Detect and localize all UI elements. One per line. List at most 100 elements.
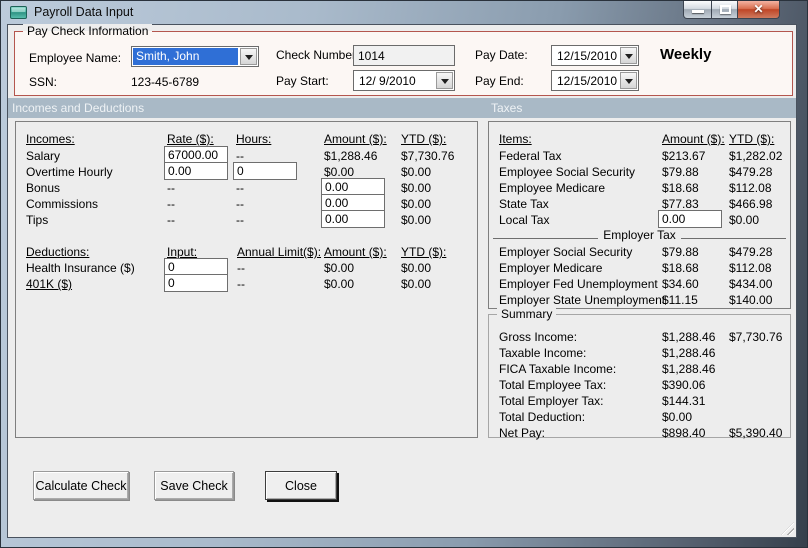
save-check-button[interactable]: Save Check xyxy=(154,471,234,500)
window-controls: ✕ xyxy=(683,1,780,19)
row-label: Salary xyxy=(26,149,61,163)
row-ytd: $112.08 xyxy=(729,181,772,195)
incomes-col-ytd: YTD ($): xyxy=(401,132,447,146)
taxes-col-ytd: YTD ($): xyxy=(729,132,775,146)
close-button[interactable]: Close xyxy=(265,471,337,500)
taxes-section-header: Taxes xyxy=(491,101,523,115)
separator-line xyxy=(680,238,787,239)
row-limit: -- xyxy=(237,261,245,275)
row-rate: -- xyxy=(167,181,175,195)
employee-name-selected: Smith, John xyxy=(133,48,238,65)
incomes-header-row: Incomes: Rate ($): Hours: Amount ($): YT… xyxy=(16,131,477,147)
check-number-input[interactable] xyxy=(358,48,454,63)
summary-row-total-employer-tax: Total Employer Tax: $144.31 xyxy=(489,393,790,409)
tax-row-employer-state-unemployment: Employer State Unemployment $11.15 $140.… xyxy=(489,292,790,308)
pay-date-datepicker[interactable]: 12/15/2010 xyxy=(551,45,639,66)
row-label: Total Employer Tax: xyxy=(499,394,604,408)
row-label: Employer Medicare xyxy=(499,261,603,275)
pay-date-label: Pay Date: xyxy=(475,48,528,62)
row-ytd: $7,730.76 xyxy=(729,330,783,344)
chevron-down-icon[interactable] xyxy=(240,48,257,65)
row-ytd: $0.00 xyxy=(401,213,432,227)
row-label: Health Insurance ($) xyxy=(26,261,135,275)
row-label: Commissions xyxy=(26,197,99,211)
deduction-row-401k: 401K ($) -- $0.00 $0.00 xyxy=(16,274,477,292)
title-bar[interactable]: Payroll Data Input ✕ xyxy=(0,0,808,24)
incomes-col-rate: Rate ($): xyxy=(167,132,214,146)
row-hours: -- xyxy=(236,213,244,227)
row-label: Taxable Income: xyxy=(499,346,587,360)
payroll-window: Payroll Data Input ✕ Pay Check Informati… xyxy=(0,0,808,548)
maximize-button[interactable] xyxy=(711,1,738,19)
summary-group-title: Summary xyxy=(497,307,557,321)
tips-amount-input[interactable] xyxy=(321,210,385,228)
tax-row-employer-ss: Employer Social Security $79.88 $479.28 xyxy=(489,244,790,260)
tax-row-employer-medicare: Employer Medicare $18.68 $112.08 xyxy=(489,260,790,276)
401k-link[interactable]: 401K ($) xyxy=(26,277,72,291)
pay-start-value: 12/ 9/2010 xyxy=(359,73,416,88)
pay-end-datepicker[interactable]: 12/15/2010 xyxy=(551,70,639,91)
taxes-panel: Items: Amount ($): YTD ($): Federal Tax … xyxy=(488,121,791,309)
row-amount: $0.00 xyxy=(324,261,355,275)
row-hours: -- xyxy=(236,181,244,195)
check-number-field-wrap xyxy=(353,45,455,66)
window-title: Payroll Data Input xyxy=(34,5,134,19)
minimize-button[interactable] xyxy=(683,1,712,19)
row-label: Net Pay: xyxy=(499,426,546,440)
incomes-col-amount: Amount ($): xyxy=(324,132,387,146)
deductions-header-row: Deductions: Input: Annual Limit($): Amou… xyxy=(16,244,477,260)
row-ytd: $479.28 xyxy=(729,165,773,179)
employee-name-combobox[interactable]: Smith, John xyxy=(131,46,259,67)
row-amount: $34.60 xyxy=(662,277,699,291)
taxes-col-amount: Amount ($): xyxy=(662,132,725,146)
calculate-check-button[interactable]: Calculate Check xyxy=(33,471,129,500)
chevron-down-icon[interactable] xyxy=(620,47,637,64)
row-label: Bonus xyxy=(26,181,61,195)
401k-input[interactable] xyxy=(164,274,228,292)
deductions-col-item: Deductions: xyxy=(26,245,90,259)
deductions-col-amount: Amount ($): xyxy=(324,245,387,259)
chevron-down-icon[interactable] xyxy=(620,72,637,89)
pay-start-label: Pay Start: xyxy=(276,74,329,88)
pay-start-datepicker[interactable]: 12/ 9/2010 xyxy=(353,70,455,91)
row-ytd: $5,390.40 xyxy=(729,426,783,440)
ssn-value: 123-45-6789 xyxy=(131,75,200,89)
incomes-col-hours: Hours: xyxy=(236,132,272,146)
incomes-deductions-panel: Incomes: Rate ($): Hours: Amount ($): YT… xyxy=(15,121,478,438)
row-label: FICA Taxable Income: xyxy=(499,362,617,376)
row-amount: $11.15 xyxy=(662,293,698,307)
summary-row-taxable: Taxable Income: $1,288.46 xyxy=(489,345,790,361)
close-window-button[interactable]: ✕ xyxy=(737,1,780,19)
close-icon: ✕ xyxy=(753,2,764,16)
row-amount: $0.00 xyxy=(662,410,693,424)
ssn-label: SSN: xyxy=(29,75,58,89)
form-client-area: Pay Check Information Employee Name: Smi… xyxy=(7,24,797,538)
resize-grip[interactable] xyxy=(781,522,794,535)
row-ytd: $0.00 xyxy=(729,213,760,227)
deductions-col-ytd: YTD ($): xyxy=(401,245,447,259)
income-row-tips: Tips -- -- $0.00 xyxy=(16,210,477,228)
summary-group: Summary Gross Income: $1,288.46 $7,730.7… xyxy=(488,307,791,440)
row-label: Total Deduction: xyxy=(499,410,586,424)
separator-line xyxy=(493,238,599,239)
row-ytd: $466.98 xyxy=(729,197,773,211)
row-amount: $18.68 xyxy=(662,261,699,275)
paycheck-info-group: Pay Check Information Employee Name: Smi… xyxy=(14,24,793,96)
tax-row-state: State Tax $77.83 $466.98 xyxy=(489,196,790,212)
row-hours: -- xyxy=(236,149,244,163)
row-ytd: $1,282.02 xyxy=(729,149,783,163)
deductions-col-limit: Annual Limit($): xyxy=(237,245,322,259)
row-label: Employee Social Security xyxy=(499,165,636,179)
row-rate: -- xyxy=(167,197,175,211)
row-ytd: $0.00 xyxy=(401,197,432,211)
summary-row-total-deduction: Total Deduction: $0.00 xyxy=(489,409,790,425)
paycheck-group-title: Pay Check Information xyxy=(23,24,153,38)
pay-end-label: Pay End: xyxy=(475,74,524,88)
chevron-down-icon[interactable] xyxy=(436,72,453,89)
overtime-rate-input[interactable] xyxy=(164,162,228,180)
incomes-col-item: Incomes: xyxy=(26,132,75,146)
row-ytd: $0.00 xyxy=(401,261,432,275)
row-label: Tips xyxy=(26,213,49,227)
row-limit: -- xyxy=(237,277,245,291)
overtime-hours-input[interactable] xyxy=(233,162,297,180)
